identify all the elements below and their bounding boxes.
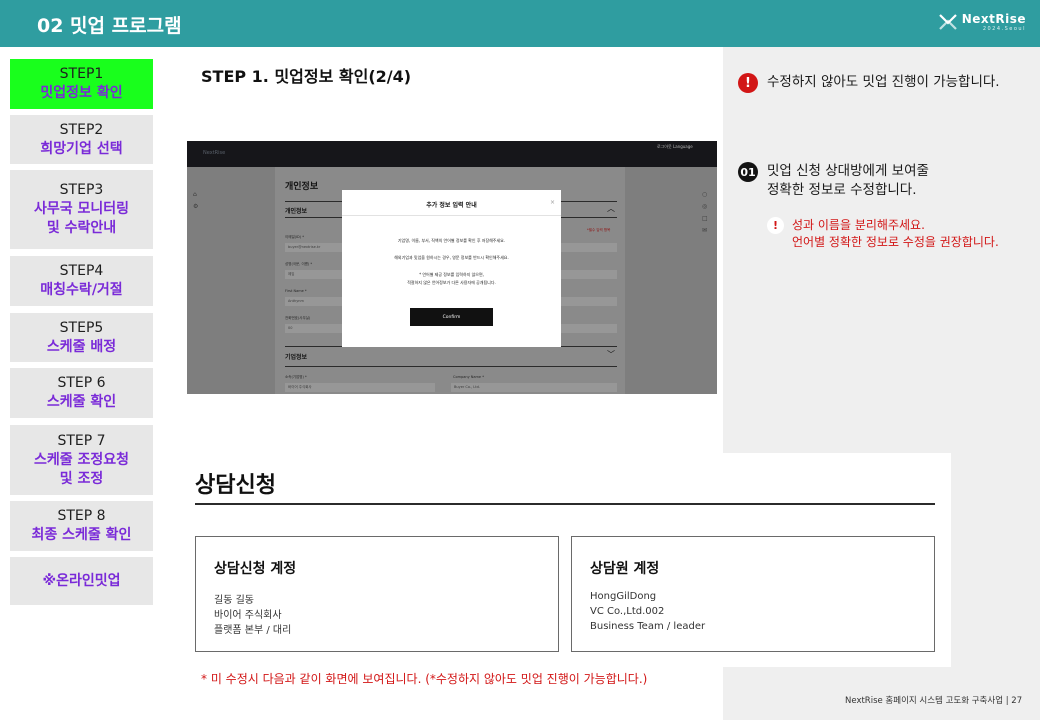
step-label: 사무국 모니터링 — [33, 201, 130, 217]
step-number: STEP 7 — [57, 432, 106, 449]
chevron-up-icon: ︿ — [607, 204, 615, 213]
consultant-account-card: 상담원 계정 HongGilDong VC Co.,Ltd.002 Busine… — [571, 536, 935, 652]
card-line: VC Co.,Ltd.002 — [590, 606, 665, 617]
step-label: 스케줄 배정 — [46, 338, 117, 355]
page-info: NextRise 홈페이지 시스템 고도화 구축사업 | 27 — [845, 696, 1023, 706]
screenshot-company-section: 기업정보 — [285, 354, 308, 361]
card-line: 길동 길동 — [214, 595, 254, 606]
step-number: STEP4 — [59, 263, 104, 279]
sidebar-item-step8[interactable]: STEP 8 최종 스케줄 확인 — [10, 501, 153, 551]
step-label: 희망기업 선택 — [40, 140, 123, 157]
applicant-account-card: 상담신청 계정 길동 길동 바이어 주식회사 플랫폼 본부 / 대리 — [195, 536, 559, 652]
step-number: STEP 6 — [57, 375, 106, 391]
brand-subtitle: 2024.Seoul — [982, 26, 1026, 32]
brand-name: NextRise — [961, 12, 1026, 26]
screenshot-left-icons: ⌂ ⚙ — [193, 191, 199, 210]
step-label: 밋업정보 확인 — [40, 85, 123, 101]
warning-text: 수정하지 않아도 밋업 진행이 가능합니다. — [767, 74, 1000, 90]
sidebar-item-step7[interactable]: STEP 7 스케줄 조정요청 및 조정 — [10, 425, 153, 495]
field-label: 이메일(ID) * — [285, 235, 304, 239]
field-label: 소속(기업명) * — [285, 375, 307, 379]
step-number: STEP1 — [59, 66, 104, 82]
screenshot-nav-links: 로그아웃 Language — [657, 144, 693, 149]
card-title: 상담원 계정 — [590, 561, 660, 577]
modal-text: 해외기업과 밋업을 원하시는 경우, 영문 정보를 반드시 확인해주세요. — [394, 255, 509, 260]
field-label: First Name * — [285, 289, 307, 293]
step-label: 스케줄 확인 — [46, 394, 117, 410]
card-line: HongGilDong — [590, 591, 657, 602]
number-badge-icon: 01 — [738, 162, 758, 182]
card-line: 플랫폼 본부 / 대리 — [214, 625, 292, 636]
confirm-button[interactable]: Confirm — [410, 308, 493, 326]
modal-text: 적절하지 않은 언어정보가 다른 사용자에 공개됩니다. — [407, 280, 496, 285]
numbered-note: 01 밋업 신청 상대방에게 보여줄 정확한 정보로 수정합니다. — [738, 162, 929, 200]
sidebar-item-step5[interactable]: STEP5 스케줄 배정 — [10, 313, 153, 362]
sidebar-item-online-meetup[interactable]: ※온라인밋업 — [10, 557, 153, 605]
warning-icon: ! — [738, 73, 758, 93]
info-modal: 추가 정보 입력 안내 × 기업명, 이름, 부서, 직책의 언어별 정보를 확… — [342, 190, 561, 347]
sub-note-line1: 성과 이름을 분리해주세요. — [792, 218, 925, 232]
modal-text: 기업명, 이름, 부서, 직책의 언어별 정보를 확인 후 저장해주세요. — [397, 238, 506, 243]
divider — [285, 366, 617, 367]
step-number: STEP3 — [59, 182, 104, 198]
sidebar-item-step3[interactable]: STEP3 사무국 모니터링 및 수락안내 — [10, 170, 153, 249]
consult-section: 상담신청 상담신청 계정 길동 길동 바이어 주식회사 플랫폼 본부 / 대리 … — [168, 453, 951, 667]
step-number: STEP2 — [59, 121, 104, 138]
page-title: 02 밋업 프로그램 — [37, 15, 182, 37]
header-bar: 02 밋업 프로그램 NextRise 2024.Seoul — [0, 0, 1040, 47]
brand-logo: NextRise 2024.Seoul — [938, 12, 1026, 36]
step-label-line2: 및 수락안내 — [46, 220, 117, 236]
step-label: 매칭수락/거절 — [40, 282, 123, 298]
card-title: 상담신청 계정 — [214, 561, 297, 577]
divider — [195, 503, 935, 505]
step-number: STEP 8 — [57, 508, 106, 524]
brand-mark-icon — [938, 14, 957, 30]
alert-icon: ! — [767, 217, 784, 234]
step-label: 최종 스케줄 확인 — [31, 527, 132, 543]
footnote: * 미 수정시 다음과 같이 화면에 보여집니다. (*수정하지 않아도 밋업 … — [201, 672, 648, 686]
sub-note: ! 성과 이름을 분리해주세요. 언어별 정확한 정보로 수정을 권장합니다. — [767, 217, 999, 251]
field-label: Company Name * — [453, 375, 484, 379]
sidebar-item-step4[interactable]: STEP4 매칭수락/거절 — [10, 256, 153, 306]
field-value: Buyer Co., Ltd. — [451, 383, 617, 392]
step-number: STEP5 — [59, 319, 104, 336]
screenshot-logo: NextRise — [203, 150, 226, 156]
screenshot-subsection: 개인정보 — [285, 208, 308, 215]
embedded-screenshot: NextRise 로그아웃 Language ⌂ ⚙ ○ ◎ □ ✉ 개인정보 개인정보… — [187, 141, 717, 394]
step-title: STEP 1. 밋업정보 확인(2/4) — [201, 67, 412, 86]
field-label: 전화번호(사무실) — [285, 316, 311, 320]
modal-title: 추가 정보 입력 안내 — [426, 202, 477, 209]
field-label: 성명(국문, 이름) * — [285, 262, 313, 266]
note-text-line1: 밋업 신청 상대방에게 보여줄 — [767, 163, 929, 179]
screenshot-required-note: *필수 입력 항목 — [587, 228, 611, 232]
screenshot-right-icons: ○ ◎ □ ✉ — [702, 191, 708, 234]
field-value: 바이어 주식회사 — [285, 383, 435, 392]
consult-title: 상담신청 — [195, 473, 276, 498]
step-label: ※온라인밋업 — [42, 572, 121, 589]
divider — [342, 215, 561, 216]
chevron-down-icon: ﹀ — [607, 350, 615, 359]
screenshot-navbar: NextRise 로그아웃 Language — [187, 141, 717, 167]
sidebar-item-step2[interactable]: STEP2 희망기업 선택 — [10, 115, 153, 164]
close-icon[interactable]: × — [550, 199, 555, 206]
sub-note-line2: 언어별 정확한 정보로 수정을 권장합니다. — [792, 235, 999, 249]
slide: 02 밋업 프로그램 NextRise 2024.Seoul STEP1 밋업정… — [0, 0, 1040, 720]
card-line: Business Team / leader — [590, 621, 706, 632]
screenshot-section-title: 개인정보 — [285, 182, 319, 192]
note-text-line2: 정확한 정보로 수정합니다. — [767, 182, 917, 198]
step-label: 스케줄 조정요청 — [33, 451, 130, 468]
warning-note: ! 수정하지 않아도 밋업 진행이 가능합니다. — [738, 73, 1000, 93]
modal-text: * 언어별 제공 정보를 입력하지 않으면, — [419, 272, 484, 277]
card-line: 바이어 주식회사 — [214, 610, 282, 621]
sidebar-item-step1[interactable]: STEP1 밋업정보 확인 — [10, 59, 153, 109]
step-label-line2: 및 조정 — [59, 470, 104, 487]
sidebar-item-step6[interactable]: STEP 6 스케줄 확인 — [10, 368, 153, 418]
